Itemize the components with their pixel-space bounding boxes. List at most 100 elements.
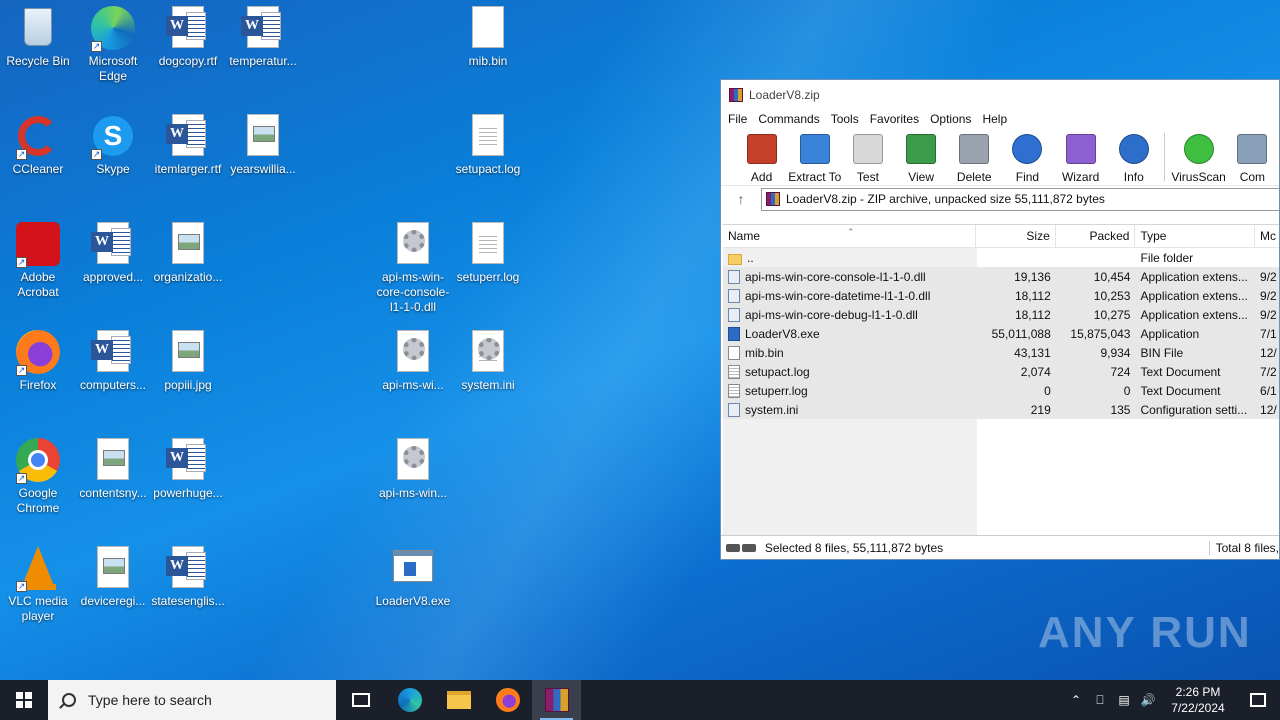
desktop-icon[interactable]: Witemlarger.rtf [150,108,226,177]
file-list[interactable]: Name ⌃ Size Packed Type Mc .. File folder… [723,224,1279,538]
toolbar-extract-to-button[interactable]: Extract To [788,129,841,184]
desktop-icon-label: Adobe Acrobat [17,270,59,299]
desktop-icon[interactable]: organizatio... [150,216,226,285]
desktop-icon[interactable]: ↗ Google Chrome [0,432,76,516]
column-header-size[interactable]: Size [976,225,1056,248]
file-row[interactable]: mib.bin 43,131 9,934 BIN File 12/ [723,343,1279,362]
task-view-button[interactable] [336,680,385,720]
winrar-window[interactable]: LoaderV8.zip File Commands Tools Favorit… [720,79,1280,560]
desktop-icon[interactable]: Recycle Bin [0,0,76,69]
file-row[interactable]: api-ms-win-core-datetime-l1-1-0.dll 18,11… [723,286,1279,305]
column-header-type[interactable]: Type [1135,225,1256,248]
desktop-icon[interactable]: LoaderV8.exe [375,540,451,609]
taskbar-winrar-button[interactable] [532,680,581,720]
task-view-icon [351,693,370,707]
notifications-button[interactable] [1236,680,1280,720]
file-file-icon [728,345,740,360]
file-row[interactable]: LoaderV8.exe 55,011,088 15,875,043 Applicat… [723,324,1279,343]
taskbar-file-explorer-button[interactable] [434,680,483,720]
desktop-icon[interactable]: ↗ VLC media player [0,540,76,624]
desktop-icon[interactable]: api-ms-win-core-console-l1-1-0.dll [375,216,451,315]
cell-text: Application extens... [1140,288,1248,303]
desktop-icon[interactable]: yearswillia... [225,108,301,177]
menu-tools[interactable]: Tools [826,112,865,126]
desktop-icon[interactable]: ↗ CCleaner [0,108,76,177]
column-header-name-label: Name [728,229,761,243]
cell-text: .. [747,250,754,265]
clock[interactable]: 2:26 PM 7/22/2024 [1160,684,1236,716]
desktop-icon[interactable]: ↗ Firefox [0,324,76,393]
desktop-icon[interactable]: S ↗ Skype [75,108,151,177]
file-row[interactable]: system.ini 219 135 Configuration setti... 12… [723,400,1279,419]
toolbar-view-button[interactable]: View [895,129,948,184]
desktop-icon-label: CCleaner [12,162,64,176]
cell-name: setuperr.log [723,383,976,398]
firefox-icon [495,688,520,712]
cell-name: mib.bin [723,345,976,360]
status-icons [721,543,761,552]
menu-options[interactable]: Options [925,112,977,126]
desktop-icon[interactable]: Wpowerhuge... [150,432,226,501]
taskbar-search-box[interactable]: Type here to search [48,680,336,720]
start-button[interactable] [0,680,48,720]
file-row[interactable]: setupact.log 2,074 724 Text Document 7/2 [723,362,1279,381]
desktop-icon[interactable]: Wstatesenglis... [150,540,226,609]
desktop-icon[interactable]: Wdogcopy.rtf [150,0,226,69]
chevron-up-icon[interactable]: ⌃ [1064,693,1088,707]
desktop-icon-label: system.ini [461,378,515,392]
toolbar-separator [1164,133,1166,181]
word-document-icon: W [164,544,212,592]
toolbar-delete-button[interactable]: Delete [948,129,1001,184]
menu-favorites[interactable]: Favorites [865,112,925,126]
cell-size: 219 [976,403,1056,417]
window-titlebar[interactable]: LoaderV8.zip [721,80,1279,109]
file-row[interactable]: .. File folder [723,248,1279,267]
desktop-icon[interactable]: api-ms-wi... [375,324,451,393]
menu-commands[interactable]: Commands [753,112,825,126]
usb-icon[interactable]: ⎕ [1088,693,1112,708]
column-header-modified[interactable]: Mc [1255,225,1279,248]
file-row[interactable]: api-ms-win-core-debug-l1-1-0.dll 18,112 10… [723,305,1279,324]
toolbar-virusscan-button[interactable]: VirusScan [1171,129,1226,184]
menu-help[interactable]: Help [977,112,1013,126]
desktop-icon[interactable]: ↗ Microsoft Edge [75,0,151,84]
desktop-icon[interactable]: deviceregi... [75,540,151,609]
network-icon[interactable]: ▤ [1112,693,1136,707]
cell-packed: 135 [1056,403,1136,417]
file-row[interactable]: api-ms-win-core-console-l1-1-0.dll 19,136… [723,267,1279,286]
toolbar-find-button[interactable]: Find [1001,129,1054,184]
cell-modified: 6/1 [1255,384,1279,398]
volume-icon[interactable]: 🔊 [1136,693,1160,707]
file-row[interactable]: setuperr.log 0 0 Text Document 6/1 [723,381,1279,400]
toolbar-wizard-button[interactable]: Wizard [1054,129,1107,184]
desktop-icon[interactable]: Wtemperatur... [225,0,301,69]
desktop-icon[interactable]: Wcomputers... [75,324,151,393]
column-header-packed[interactable]: Packed [1056,225,1136,248]
desktop-icon[interactable]: popiii.jpg [150,324,226,393]
cell-type: Application extens... [1135,289,1255,303]
desktop-icon[interactable]: system.ini [450,324,526,393]
toolbar-info-button[interactable]: Info [1107,129,1160,184]
archive-path-box[interactable]: LoaderV8.zip - ZIP archive, unpacked siz… [761,187,1279,211]
desktop-icon-label: setuperr.log [456,270,520,284]
desktop-icon[interactable]: setuperr.log [450,216,526,285]
desktop-icon[interactable]: api-ms-win... [375,432,451,501]
cell-modified: 9/2 [1255,308,1279,322]
toolbar-add-button[interactable]: Add [735,129,788,184]
toolbar-comment-button[interactable]: Com [1226,129,1279,184]
taskbar-firefox-button[interactable] [483,680,532,720]
desktop-icon[interactable]: mib.bin [450,0,526,69]
up-arrow-icon[interactable]: ↑ [721,191,761,207]
column-header-name[interactable]: Name ⌃ [723,225,977,248]
cell-text: system.ini [745,402,799,417]
desktop-icon[interactable]: Wapproved... [75,216,151,285]
toolbar-test-button[interactable]: Test [841,129,894,184]
desktop-icon[interactable]: contentsny... [75,432,151,501]
cell-packed: 15,875,043 [1056,327,1136,341]
desktop-icon[interactable]: ↗ Adobe Acrobat [0,216,76,300]
menu-file[interactable]: File [723,112,753,126]
desktop-icon[interactable]: setupact.log [450,108,526,177]
taskbar-edge-button[interactable] [385,680,434,720]
cell-text: 10,275 [1093,307,1131,322]
cell-packed: 724 [1056,365,1136,379]
